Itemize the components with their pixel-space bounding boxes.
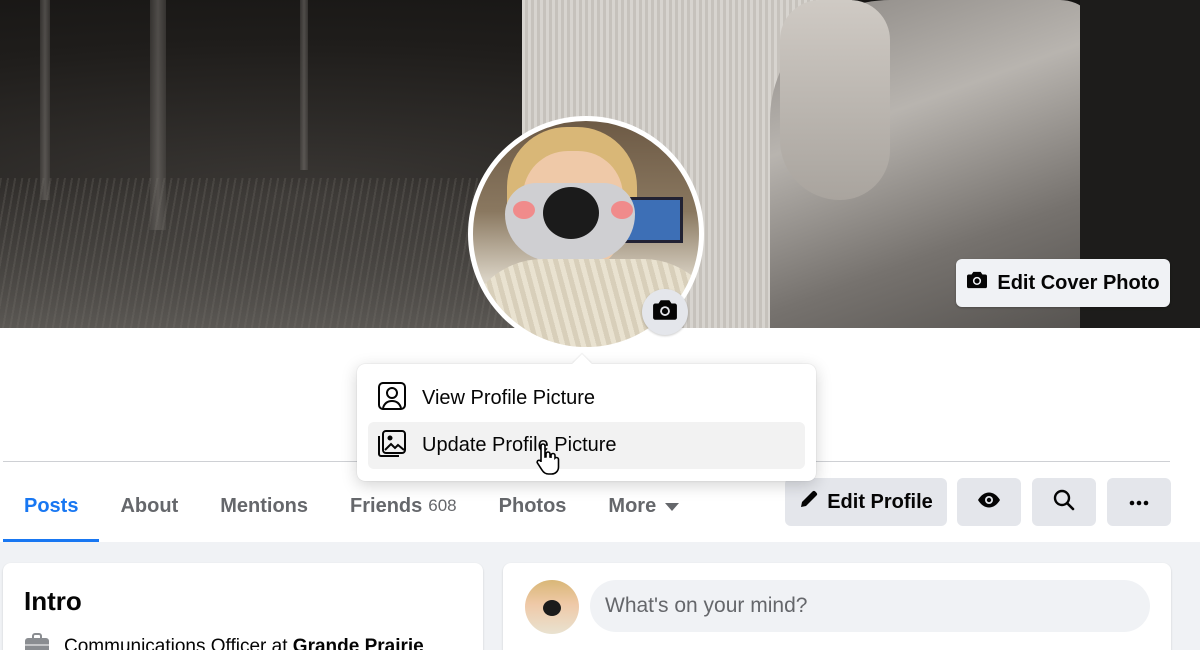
update-profile-picture-camera-button[interactable]	[642, 289, 688, 335]
more-options-button[interactable]	[1107, 478, 1171, 526]
avatar-mask-nose	[543, 600, 561, 616]
edit-cover-photo-label: Edit Cover Photo	[997, 271, 1160, 294]
view-as-button[interactable]	[957, 478, 1021, 526]
person-frame-icon	[377, 381, 407, 417]
cover-grass	[0, 178, 520, 328]
search-icon	[1053, 489, 1075, 516]
intro-work-prefix: Communications Officer at	[64, 636, 293, 650]
tab-friends-label: Friends	[350, 494, 423, 517]
cover-tree-trunk	[300, 0, 308, 170]
whats-on-your-mind-input[interactable]: What's on your mind?	[590, 580, 1150, 632]
cover-person-arm	[780, 0, 890, 200]
tab-more-label: More	[608, 494, 657, 517]
composer-avatar[interactable]	[525, 580, 579, 634]
tab-posts[interactable]: Posts	[3, 470, 100, 542]
update-profile-picture-item[interactable]: Update Profile Picture	[368, 422, 805, 469]
view-profile-picture-label: View Profile Picture	[422, 387, 596, 409]
intro-card: Intro Communications Officer at Grande P…	[3, 563, 483, 650]
cover-tree-trunk	[40, 0, 50, 200]
intro-title: Intro	[24, 586, 82, 616]
image-frame-icon	[377, 428, 407, 464]
edit-cover-photo-button[interactable]: Edit Cover Photo	[956, 259, 1170, 307]
ellipsis-icon	[1129, 493, 1149, 511]
tab-mentions[interactable]: Mentions	[199, 470, 329, 542]
post-composer-card: What's on your mind?	[503, 563, 1171, 650]
tab-about-label: About	[120, 494, 179, 517]
avatar-mask-cheek	[513, 201, 535, 219]
profile-picture-menu: View Profile Picture Update Profile Pict…	[357, 354, 816, 481]
camera-icon	[652, 298, 678, 327]
pencil-icon	[799, 489, 819, 515]
hand-cursor-icon	[536, 442, 560, 481]
caret-down-icon	[665, 503, 680, 511]
edit-profile-button[interactable]: Edit Profile	[785, 478, 947, 526]
tab-mentions-label: Mentions	[220, 494, 309, 517]
tab-photos-label: Photos	[498, 494, 567, 517]
tab-about[interactable]: About	[99, 470, 199, 542]
avatar-mask-cheek	[611, 201, 633, 219]
briefcase-icon	[24, 633, 50, 650]
view-profile-picture-item[interactable]: View Profile Picture	[368, 375, 805, 422]
camera-icon	[966, 270, 988, 296]
update-profile-picture-label: Update Profile Picture	[422, 434, 617, 456]
intro-work-text: Communications Officer at Grande Prairie	[64, 636, 424, 650]
intro-work-line: Communications Officer at Grande Prairie	[24, 633, 424, 650]
edit-profile-label: Edit Profile	[827, 490, 933, 513]
avatar-mask-nose	[543, 187, 599, 239]
search-profile-button[interactable]	[1032, 478, 1096, 526]
friends-count: 608	[428, 496, 457, 515]
tab-posts-label: Posts	[24, 494, 79, 517]
eye-icon	[977, 491, 1001, 514]
intro-work-org[interactable]: Grande Prairie	[293, 636, 424, 650]
